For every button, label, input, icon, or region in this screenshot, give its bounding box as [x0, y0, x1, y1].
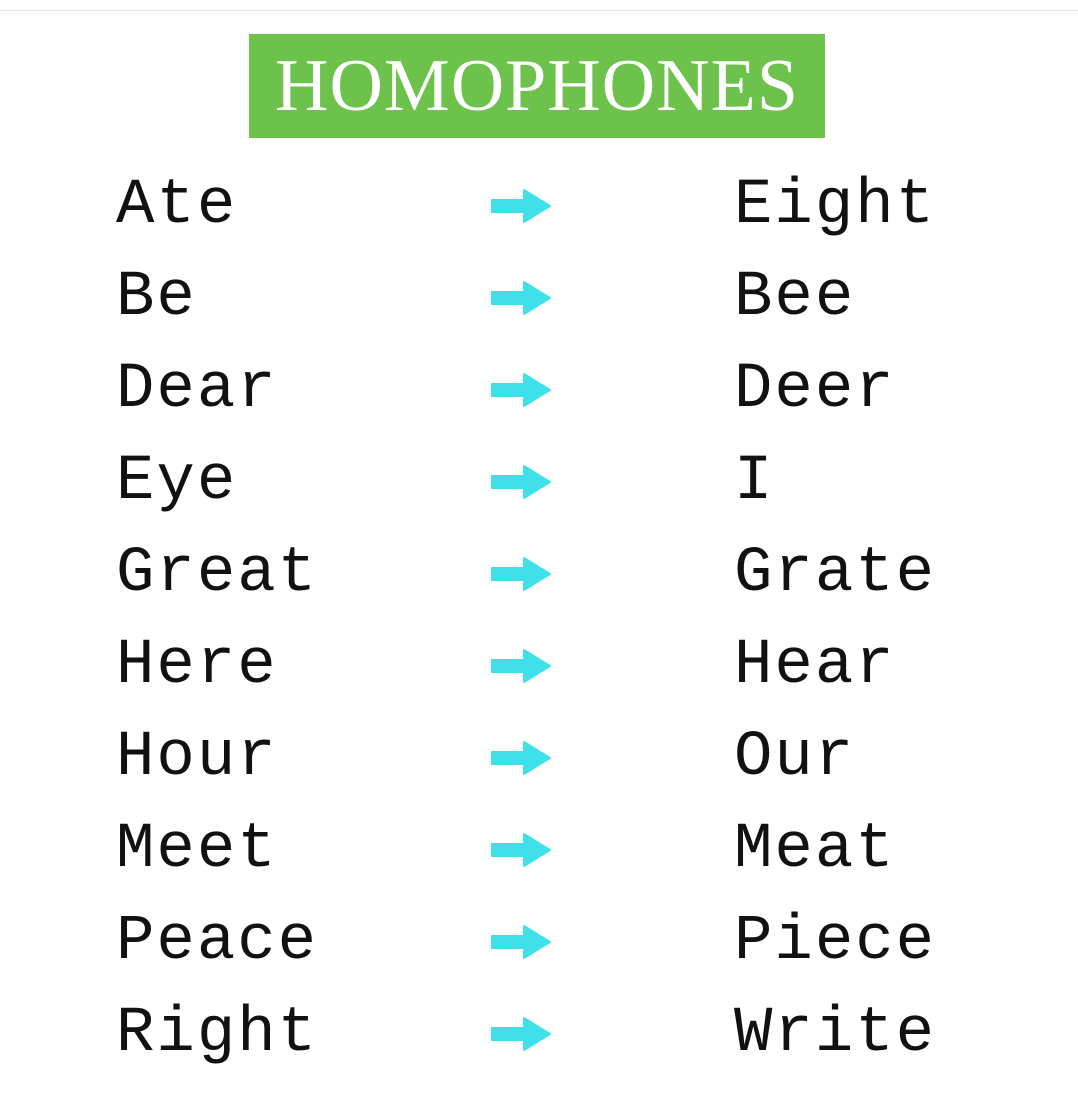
right-arrow-icon — [490, 188, 552, 224]
right-arrow-icon — [490, 832, 552, 868]
word-left: Eye — [116, 446, 238, 518]
word-right: Hear — [734, 630, 896, 702]
right-arrow-icon — [490, 280, 552, 316]
homophone-row: Meet Meat — [0, 804, 1078, 896]
page-title: HOMOPHONES — [275, 45, 799, 127]
word-right: Bee — [734, 262, 856, 334]
homophone-row: Hour Our — [0, 712, 1078, 804]
right-arrow-icon — [490, 556, 552, 592]
word-left: Right — [116, 998, 319, 1070]
top-divider — [0, 10, 1078, 11]
title-banner: HOMOPHONES — [249, 34, 825, 138]
homophone-row: Here Hear — [0, 620, 1078, 712]
homophone-row: Right Write — [0, 988, 1078, 1080]
homophone-row: Dear Deer — [0, 344, 1078, 436]
word-left: Be — [116, 262, 197, 334]
word-left: Here — [116, 630, 278, 702]
homophone-row: Great Grate — [0, 528, 1078, 620]
word-right: Deer — [734, 354, 896, 426]
word-right: Grate — [734, 538, 937, 610]
word-left: Peace — [116, 906, 319, 978]
word-left: Hour — [116, 722, 278, 794]
homophone-row: Peace Piece — [0, 896, 1078, 988]
word-right: Our — [734, 722, 856, 794]
right-arrow-icon — [490, 648, 552, 684]
word-right: Write — [734, 998, 937, 1070]
word-right: Eight — [734, 170, 937, 242]
word-right: Piece — [734, 906, 937, 978]
homophone-list: Ate Eight Be Bee Dear Deer Eye I Great G… — [0, 160, 1078, 1080]
word-right: Meat — [734, 814, 896, 886]
right-arrow-icon — [490, 372, 552, 408]
right-arrow-icon — [490, 464, 552, 500]
homophone-row: Ate Eight — [0, 160, 1078, 252]
word-left: Ate — [116, 170, 238, 242]
word-left: Meet — [116, 814, 278, 886]
right-arrow-icon — [490, 740, 552, 776]
word-right: I — [734, 446, 775, 518]
right-arrow-icon — [490, 1016, 552, 1052]
right-arrow-icon — [490, 924, 552, 960]
word-left: Great — [116, 538, 319, 610]
word-left: Dear — [116, 354, 278, 426]
homophone-row: Be Bee — [0, 252, 1078, 344]
homophone-row: Eye I — [0, 436, 1078, 528]
